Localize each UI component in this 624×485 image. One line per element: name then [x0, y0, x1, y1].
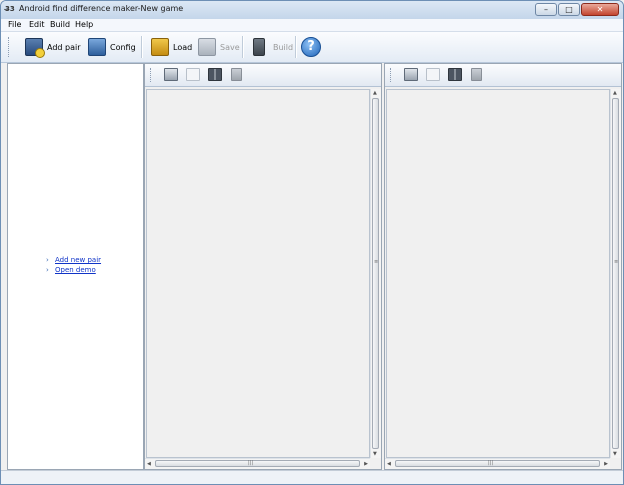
right-vertical-scrollbar[interactable]: ▲ ≡ ▼ — [610, 89, 621, 458]
compare-icon[interactable] — [208, 68, 222, 81]
right-horizontal-scrollbar[interactable]: ◀ ||| ▶ — [385, 458, 610, 469]
maximize-button[interactable]: □ — [558, 3, 580, 16]
load-button[interactable]: Load — [151, 35, 192, 59]
chevron-right-icon: › — [46, 266, 49, 274]
minimize-button[interactable]: – — [535, 3, 557, 16]
add-pair-label: Add pair — [47, 42, 81, 52]
title-bar: 3̶3 Android find difference maker-New ga… — [1, 1, 623, 20]
load-icon — [151, 38, 169, 56]
clear-icon[interactable] — [471, 68, 482, 81]
status-bar — [1, 470, 623, 484]
left-vertical-scrollbar[interactable]: ▲ ≡ ▼ — [370, 89, 381, 458]
zoom-fit-icon[interactable] — [164, 68, 178, 81]
toolbar-separator — [242, 36, 244, 58]
scroll-grip-icon: ≡ — [614, 259, 619, 265]
menu-build[interactable]: Build — [50, 20, 70, 29]
add-pair-icon — [25, 38, 45, 58]
toolbar-separator — [295, 36, 297, 58]
build-label: Build — [273, 42, 294, 52]
scroll-grip-icon: ≡ — [374, 259, 379, 265]
scroll-grip-icon: ||| — [488, 460, 494, 466]
scroll-left-arrow-icon[interactable]: ◀ — [147, 461, 151, 467]
save-button[interactable]: Save — [198, 35, 240, 59]
phone-build-icon — [253, 38, 265, 56]
compare-icon[interactable] — [448, 68, 462, 81]
left-horizontal-scroll-thumb[interactable]: ||| — [155, 460, 360, 467]
save-label: Save — [220, 42, 240, 52]
scroll-left-arrow-icon[interactable]: ◀ — [387, 461, 391, 467]
scroll-down-arrow-icon[interactable]: ▼ — [613, 451, 617, 457]
right-pane-toolbar — [385, 64, 621, 87]
close-button[interactable]: ✕ — [581, 3, 619, 16]
right-horizontal-scroll-thumb[interactable]: ||| — [395, 460, 600, 467]
app-icon: 3̶3 — [5, 5, 15, 13]
menu-help[interactable]: Help — [75, 20, 93, 29]
zoom-reset-icon[interactable] — [426, 68, 440, 81]
help-icon: ? — [301, 37, 321, 57]
scroll-up-arrow-icon[interactable]: ▲ — [373, 90, 377, 96]
help-button[interactable]: ? — [301, 35, 325, 59]
scroll-right-arrow-icon[interactable]: ▶ — [604, 461, 608, 467]
scroll-grip-icon: ||| — [248, 460, 254, 466]
left-image-canvas[interactable] — [146, 89, 370, 458]
zoom-fit-icon[interactable] — [404, 68, 418, 81]
open-demo-link[interactable]: Open demo — [55, 266, 96, 274]
clear-icon[interactable] — [231, 68, 242, 81]
save-icon — [198, 38, 216, 56]
right-image-canvas[interactable] — [386, 89, 610, 458]
menu-edit[interactable]: Edit — [29, 20, 45, 29]
toolbar-grip[interactable] — [8, 37, 12, 57]
config-button[interactable]: Config — [88, 35, 136, 59]
toolbar-separator — [141, 36, 143, 58]
right-image-pane: ▲ ≡ ▼ ◀ ||| ▶ — [384, 63, 622, 470]
menu-file[interactable]: File — [8, 20, 21, 29]
zoom-reset-icon[interactable] — [186, 68, 200, 81]
left-horizontal-scrollbar[interactable]: ◀ ||| ▶ — [145, 458, 370, 469]
build-button[interactable]: Build — [253, 35, 293, 59]
menu-bar: File Edit Build Help — [1, 19, 623, 31]
right-vertical-scroll-thumb[interactable]: ≡ — [612, 98, 619, 449]
app-window: 3̶3 Android find difference maker-New ga… — [0, 0, 624, 485]
left-pane-toolbar — [145, 64, 381, 87]
add-pair-button[interactable]: Add pair — [25, 35, 81, 59]
config-icon — [88, 38, 106, 56]
chevron-right-icon: › — [46, 256, 49, 264]
pane-toolbar-grip[interactable] — [390, 68, 394, 82]
scroll-right-arrow-icon[interactable]: ▶ — [364, 461, 368, 467]
scroll-down-arrow-icon[interactable]: ▼ — [373, 451, 377, 457]
load-label: Load — [173, 42, 193, 52]
scroll-up-arrow-icon[interactable]: ▲ — [613, 90, 617, 96]
pane-toolbar-grip[interactable] — [150, 68, 154, 82]
add-new-pair-link[interactable]: Add new pair — [55, 256, 101, 264]
window-title: Android find difference maker-New game — [19, 4, 184, 13]
pairs-panel: › Add new pair › Open demo — [7, 63, 144, 470]
left-image-pane: ▲ ≡ ▼ ◀ ||| ▶ — [144, 63, 382, 470]
config-label: Config — [110, 42, 136, 52]
link-row-add-new-pair: › Add new pair — [46, 255, 101, 265]
main-toolbar: Add pair Config Load Save Build ? — [1, 31, 623, 63]
left-vertical-scroll-thumb[interactable]: ≡ — [372, 98, 379, 449]
link-row-open-demo: › Open demo — [46, 265, 101, 275]
